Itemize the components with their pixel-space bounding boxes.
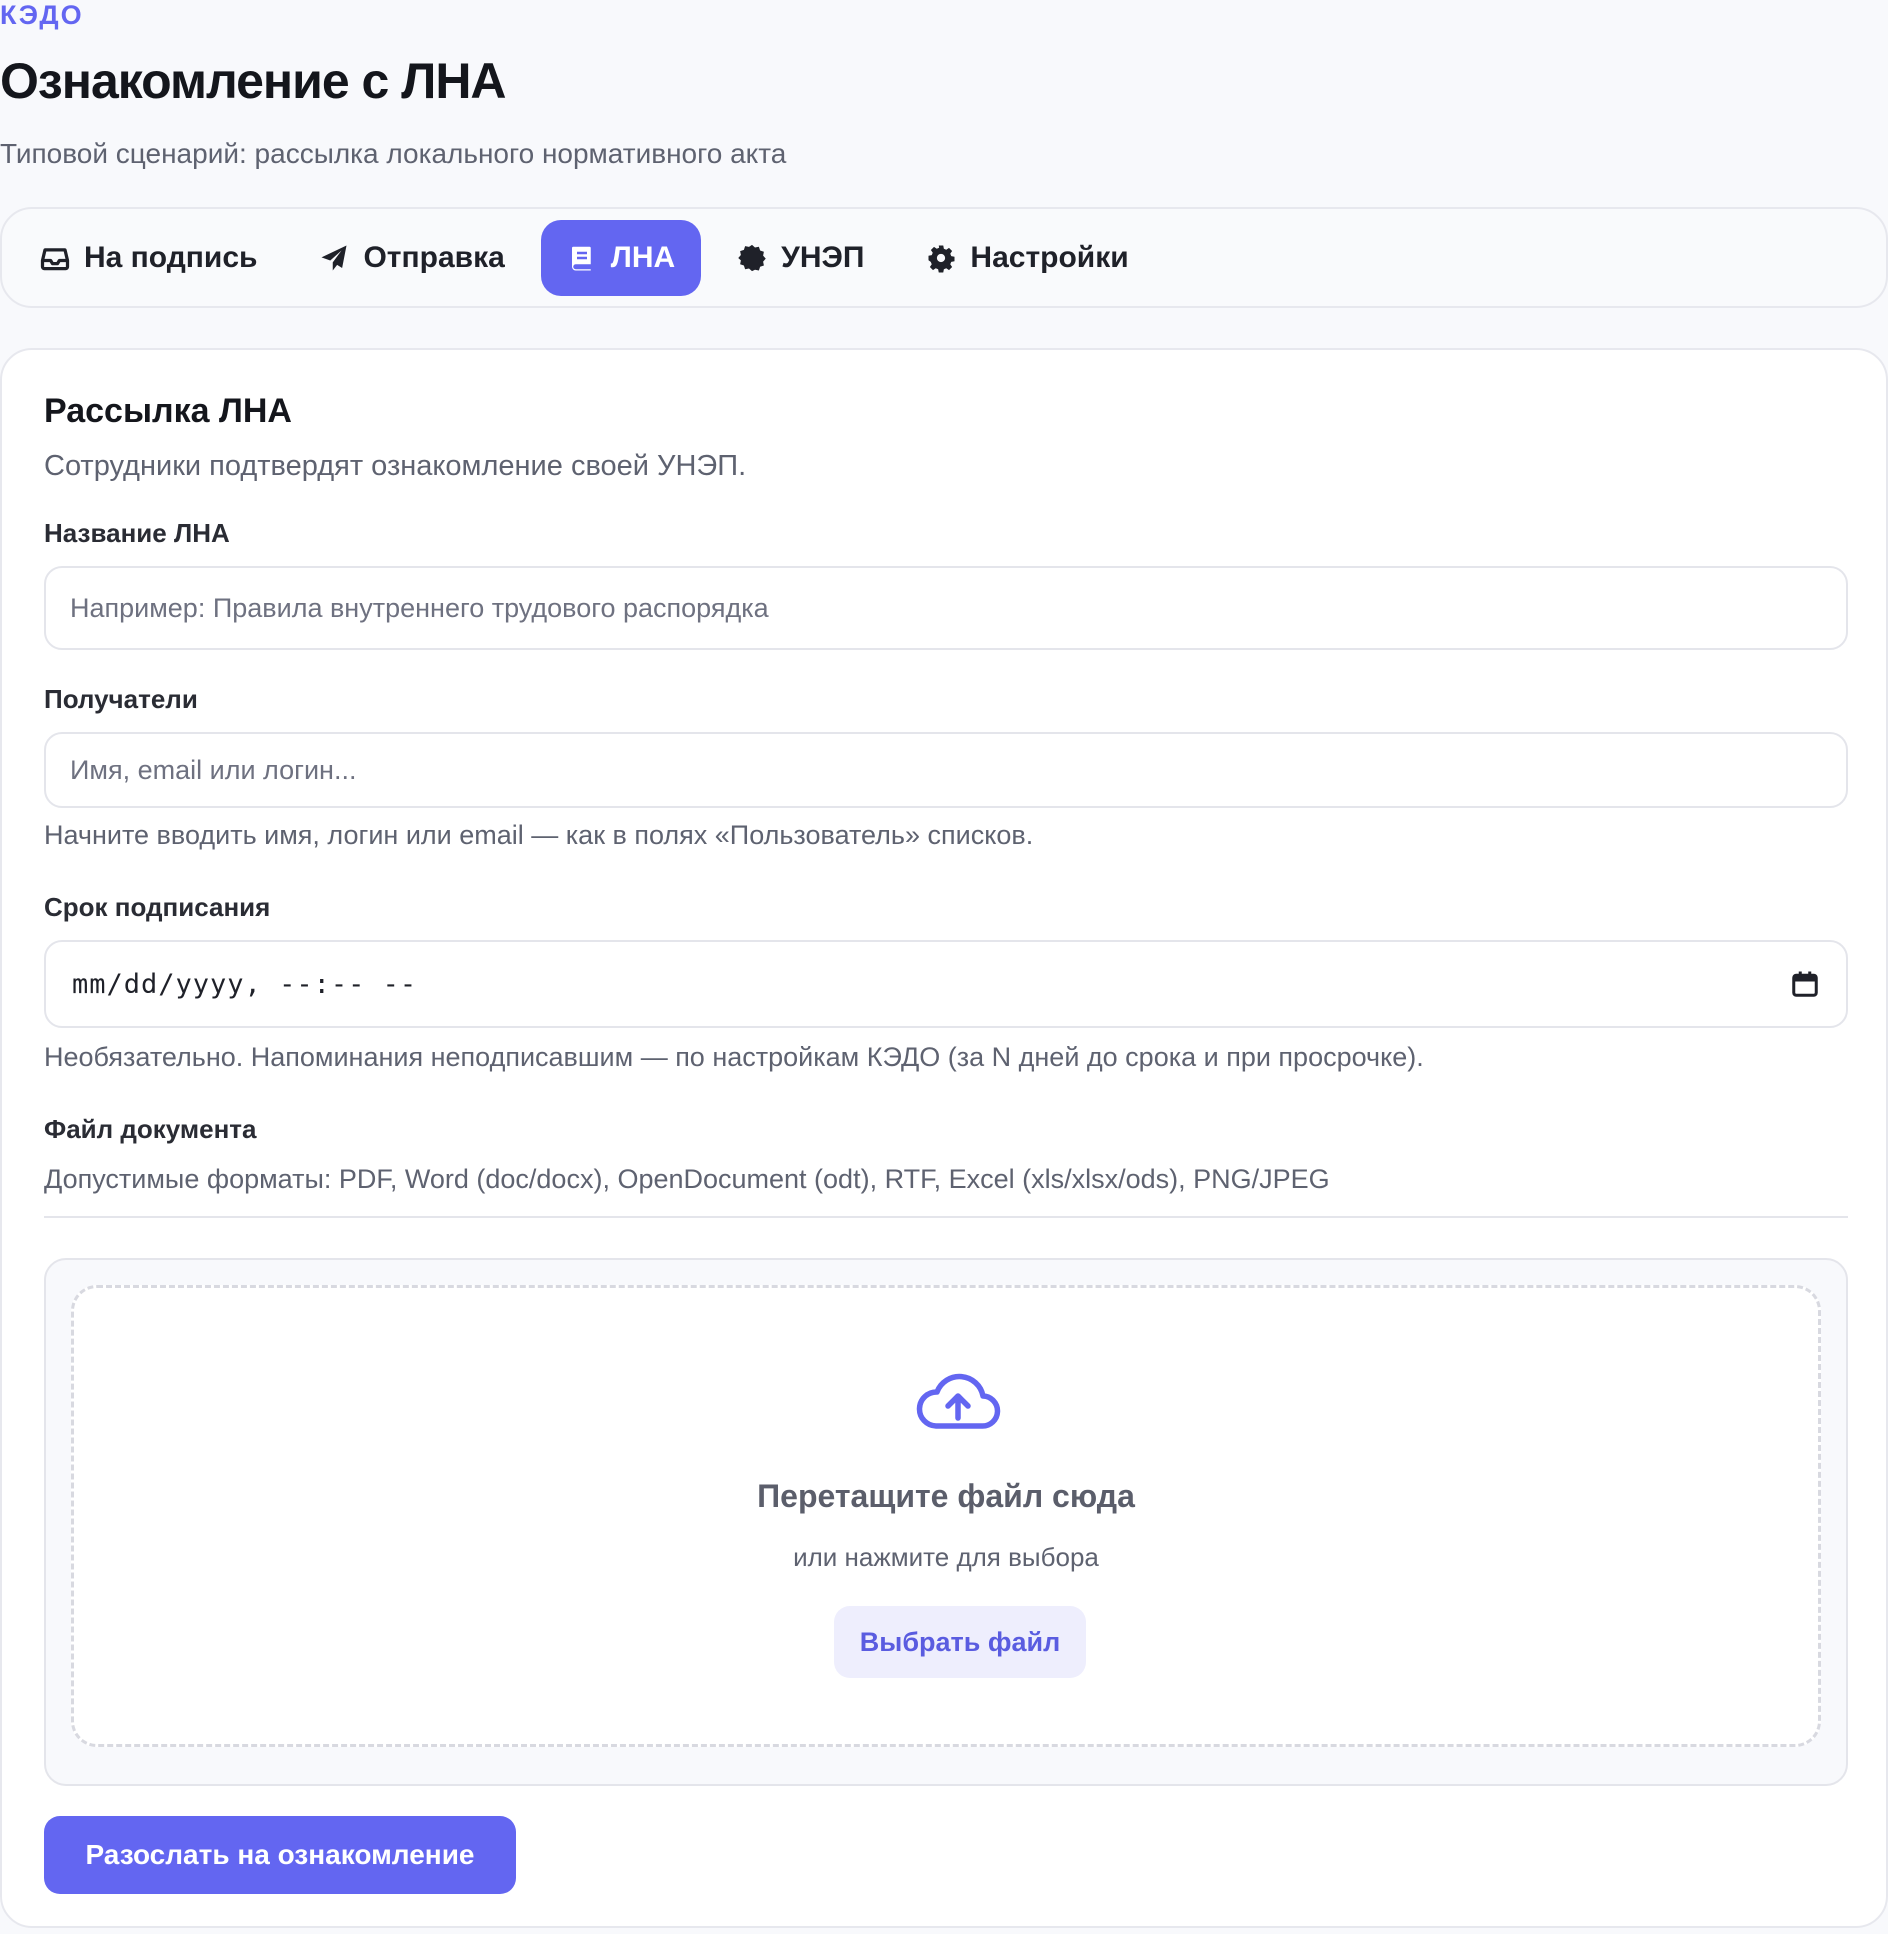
deadline-datetime-input[interactable]: mm/dd/yyyy, --:-- -- [44, 940, 1848, 1028]
tab-lna-label: ЛНА [610, 240, 676, 274]
file-label: Файл документа [44, 1114, 257, 1144]
gear-icon [928, 245, 955, 272]
choose-file-button[interactable]: Выбрать файл [834, 1606, 1086, 1678]
section-title: Рассылка ЛНА [44, 392, 292, 430]
tab-send[interactable]: Отправка [293, 220, 530, 296]
certificate-icon [738, 244, 766, 271]
section-description: Сотрудники подтвердят ознакомление своей… [44, 450, 747, 482]
paper-plane-icon [321, 245, 347, 270]
tab-unep[interactable]: УНЭП [711, 220, 890, 296]
tab-lna[interactable]: ЛНА [540, 219, 702, 296]
divider [44, 1216, 1848, 1218]
tab-sign[interactable]: На подпись [14, 220, 283, 296]
kedo-eyebrow: кэдо [0, 0, 84, 30]
upload-area: Перетащите файл сюда или нажмите для выб… [44, 1258, 1848, 1786]
recipients-hint: Начните вводить имя, логин или email — к… [44, 820, 1034, 850]
cloud-upload-icon [916, 1373, 1001, 1429]
file-dropzone[interactable]: Перетащите файл сюда или нажмите для выб… [71, 1285, 1821, 1747]
deadline-value: mm/dd/yyyy, --:-- -- [72, 968, 418, 1000]
recipients-label: Получатели [44, 684, 198, 714]
page-title: Ознакомление с ЛНА [0, 53, 507, 109]
tab-settings-label: Настройки [970, 240, 1129, 274]
deadline-hint: Необязательно. Напоминания неподписавшим… [44, 1042, 1424, 1072]
send-for-review-button[interactable]: Разослать на ознакомление [44, 1816, 516, 1894]
calendar-icon[interactable] [1790, 969, 1820, 999]
tab-unep-label: УНЭП [781, 240, 865, 274]
tab-settings[interactable]: Настройки [900, 220, 1154, 296]
inbox-icon [40, 247, 70, 270]
page-subtitle: Типовой сценарий: рассылка локального но… [0, 138, 787, 169]
deadline-label: Срок подписания [44, 892, 271, 922]
tab-send-label: Отправка [363, 240, 505, 274]
lna-name-label: Название ЛНА [44, 518, 230, 548]
lna-name-input[interactable] [44, 566, 1848, 650]
tab-bar: На подпись Отправка ЛНА УНЭП Настройки [0, 207, 1888, 308]
file-formats-hint: Допустимые форматы: PDF, Word (doc/docx)… [44, 1164, 1330, 1194]
book-icon [571, 246, 591, 270]
dropzone-subtitle: или нажмите для выбора [793, 1542, 1099, 1572]
recipients-input[interactable] [44, 732, 1848, 808]
tab-sign-label: На подпись [84, 240, 258, 274]
dropzone-title: Перетащите файл сюда [757, 1478, 1135, 1514]
lna-mailing-card: Рассылка ЛНА Сотрудники подтвердят ознак… [0, 348, 1888, 1928]
